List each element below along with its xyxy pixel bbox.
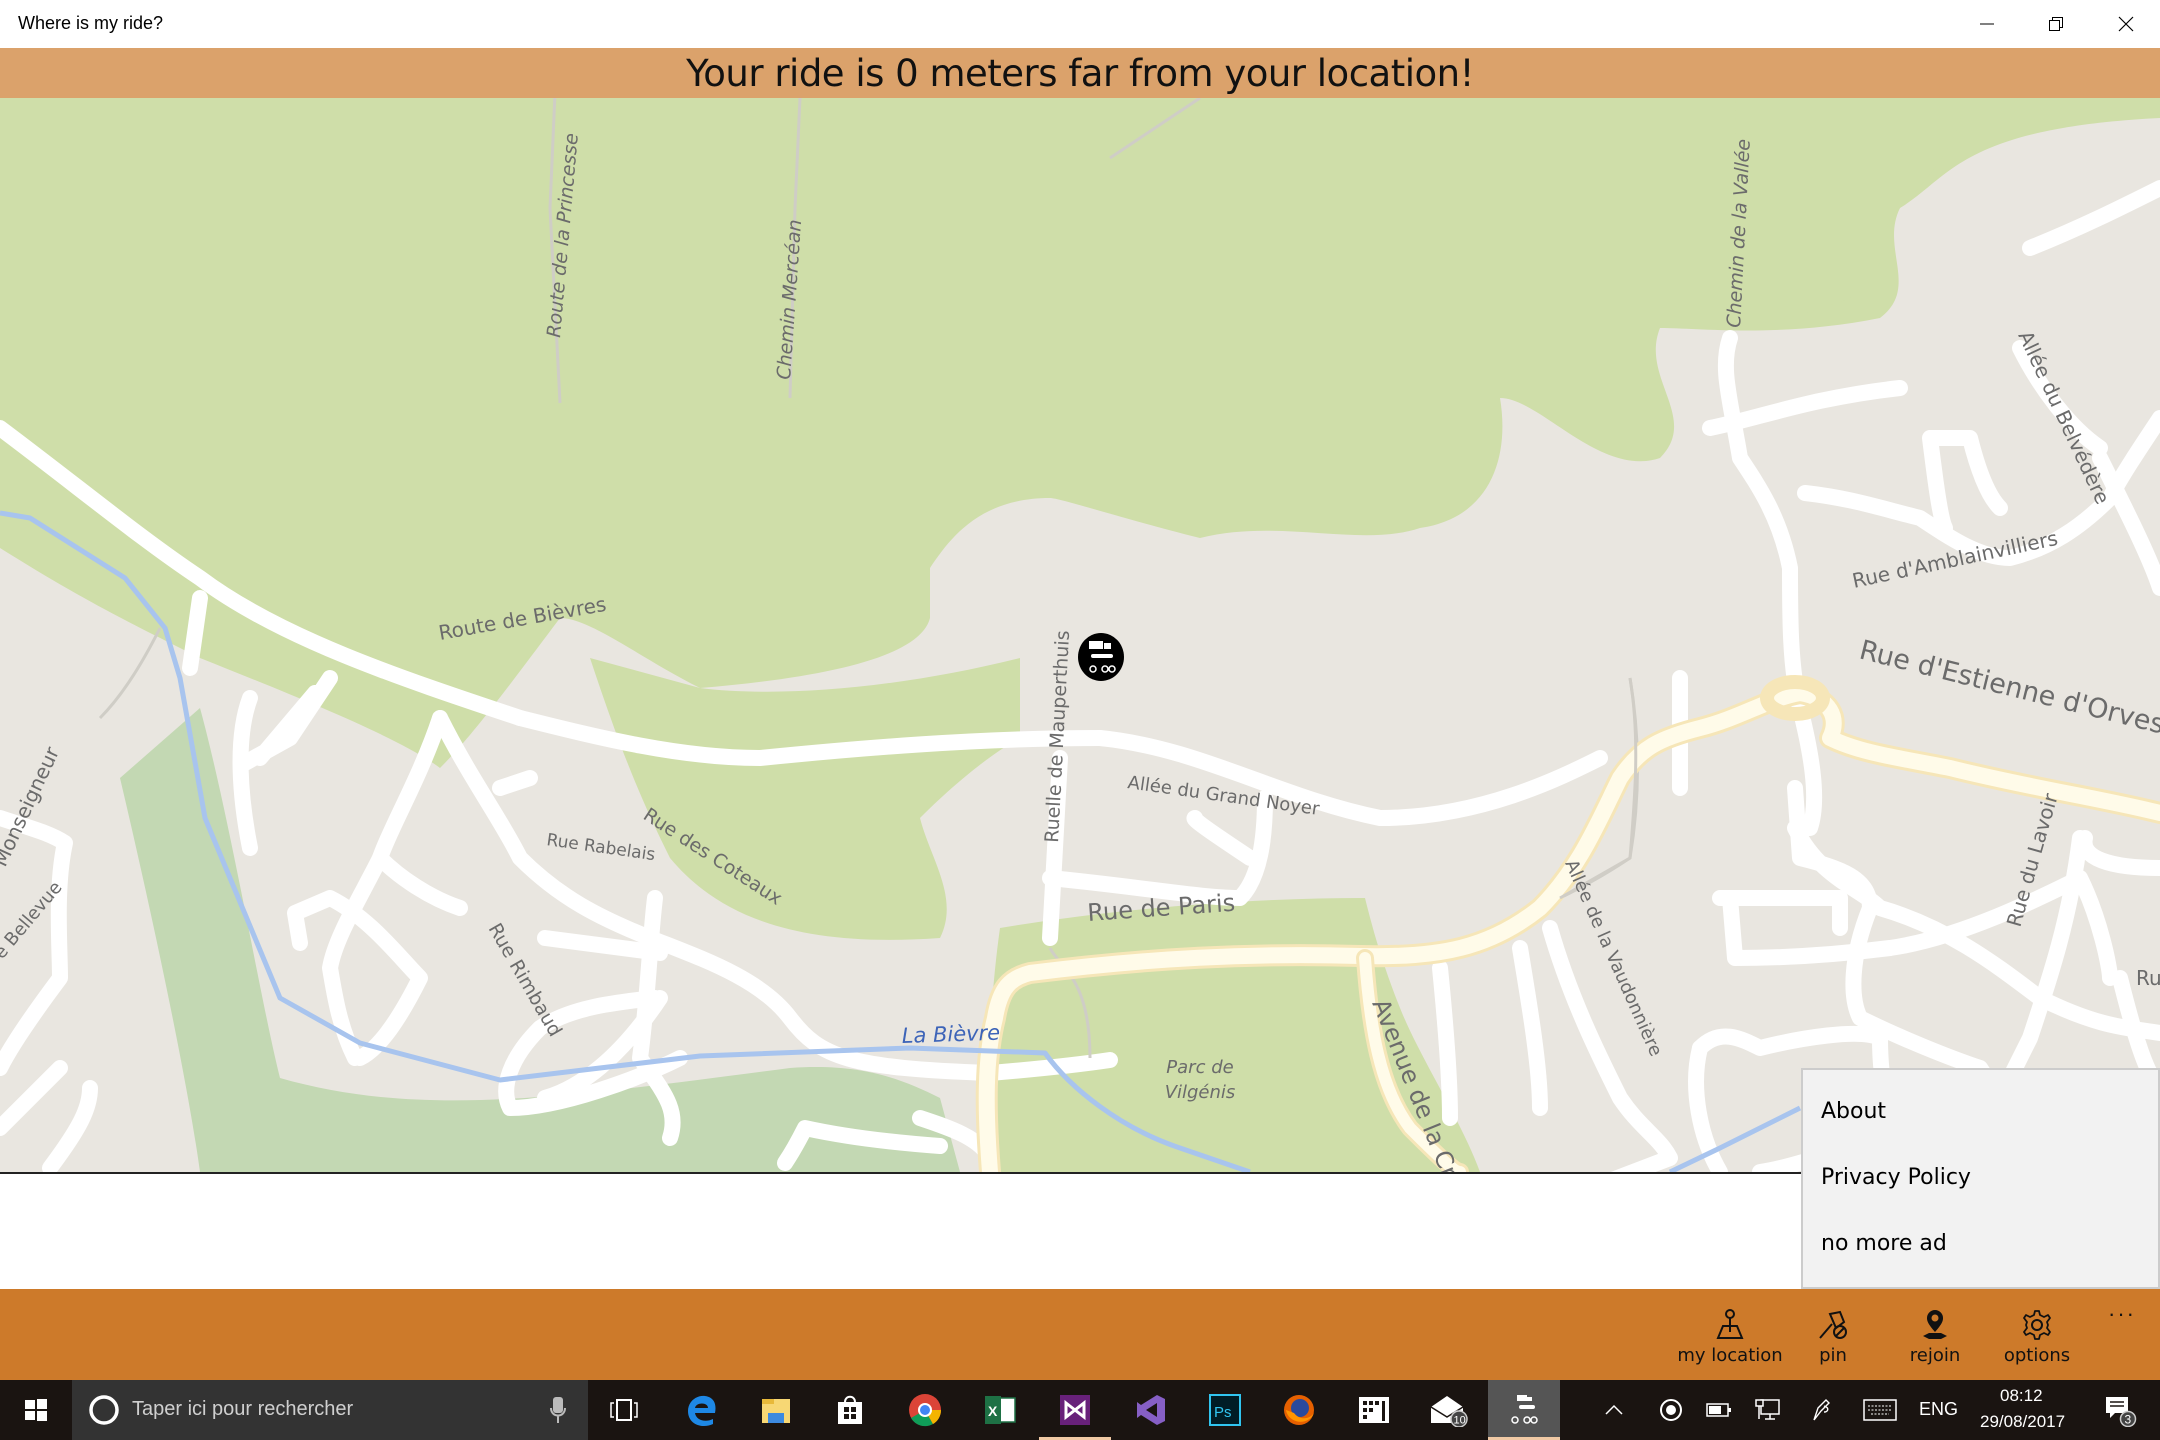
my-location-label: my location <box>1677 1345 1783 1366</box>
minimize-icon <box>1979 23 1994 25</box>
options-label: options <box>2003 1345 2071 1366</box>
mail-badge: 10 <box>1454 1415 1466 1427</box>
map-canvas[interactable]: Route de la Princesse Chemin Mercéan Che… <box>0 98 2160 1172</box>
search-box[interactable]: Taper ici pour rechercher <box>72 1380 588 1440</box>
label-parc-line2: Vilgénis <box>1165 1082 1236 1103</box>
mail-icon: 10 <box>1430 1396 1468 1427</box>
label-allee-grand-noyer: Allée du Grand Noyer <box>1126 772 1321 820</box>
photoshop-icon: Ps <box>1209 1394 1241 1426</box>
label-la-bievre: La Bièvre <box>901 1021 1000 1048</box>
show-hidden-icons-button[interactable] <box>1590 1380 1638 1440</box>
my-location-icon <box>1716 1309 1744 1339</box>
rejoin-button[interactable]: rejoin <box>1885 1289 1985 1380</box>
svg-text:Ps: Ps <box>1214 1404 1232 1421</box>
taskbar-app-chrome[interactable] <box>889 1380 961 1440</box>
task-view-button[interactable] <box>588 1380 660 1440</box>
taskbar-app-photoshop[interactable]: Ps <box>1189 1380 1261 1440</box>
options-button[interactable]: options <box>1987 1289 2087 1380</box>
taskbar-app-edge[interactable] <box>666 1380 738 1440</box>
action-center-button[interactable]: 3 <box>2090 1380 2150 1440</box>
label-ru-partial: Ru <box>2136 966 2160 990</box>
microphone-icon[interactable] <box>550 1396 566 1424</box>
restore-button[interactable] <box>2021 0 2090 48</box>
edge-icon <box>688 1395 716 1427</box>
language-indicator[interactable]: ENG <box>1919 1399 1958 1420</box>
where-is-my-ride-icon <box>1511 1395 1538 1424</box>
taskbar: Taper ici pour rechercher X Ps 10 ENG 08… <box>0 1380 2160 1440</box>
pin-button[interactable]: pin <box>1783 1289 1883 1380</box>
firefox-icon <box>1284 1395 1314 1425</box>
battery-icon <box>1706 1403 1731 1417</box>
keyboard-icon <box>1863 1399 1897 1421</box>
network-icon <box>1755 1399 1780 1420</box>
menu-item-about[interactable]: About <box>1803 1078 2158 1144</box>
more-icon: ··· <box>2108 1301 2136 1326</box>
window-title: Where is my ride? <box>18 13 164 33</box>
map-view[interactable]: Route de la Princesse Chemin Mercéan Che… <box>0 98 2160 1174</box>
clock-time[interactable]: 08:12 <box>2000 1386 2043 1406</box>
folder-icon <box>762 1399 790 1423</box>
menu-item-privacy-policy[interactable]: Privacy Policy <box>1803 1144 2158 1210</box>
label-monseigneur: Monseigneur <box>0 742 64 870</box>
windows-logo-icon <box>25 1399 47 1421</box>
store-icon <box>838 1395 862 1424</box>
label-allee-vaudonniere: Allée de la Vaudonnière <box>1560 856 1666 1059</box>
distance-banner: Your ride is 0 meters far from your loca… <box>0 48 2160 98</box>
taskbar-app-calculator[interactable] <box>1338 1380 1410 1440</box>
rejoin-icon <box>1923 1310 1947 1339</box>
minimize-button[interactable] <box>1952 0 2021 48</box>
svg-text:X: X <box>988 1403 998 1419</box>
notifications-icon: 3 <box>2106 1397 2137 1427</box>
touch-keyboard-button[interactable] <box>1854 1380 1906 1440</box>
taskbar-app-excel[interactable]: X <box>964 1380 1036 1440</box>
close-button[interactable] <box>2091 0 2160 48</box>
record-icon <box>1660 1399 1682 1421</box>
chrome-icon <box>909 1394 942 1427</box>
pin-label: pin <box>1819 1345 1847 1366</box>
taskbar-app-visual-studio[interactable] <box>1039 1380 1111 1440</box>
close-icon <box>2118 16 2133 32</box>
menu-item-no-more-ad[interactable]: no more ad <box>1803 1210 2158 1276</box>
my-location-button[interactable]: my location <box>1677 1289 1783 1380</box>
restore-icon <box>2048 17 2063 31</box>
label-allee-belvedere: Allée du Belvédère <box>2013 327 2114 508</box>
taskbar-app-mail[interactable]: 10 <box>1413 1380 1485 1440</box>
network-button[interactable] <box>1744 1380 1792 1440</box>
calculator-icon <box>1359 1397 1389 1423</box>
pen-icon <box>1813 1399 1830 1421</box>
taskbar-app-visual-studio-2[interactable] <box>1114 1380 1186 1440</box>
distance-message: Your ride is 0 meters far from your loca… <box>686 51 1474 95</box>
app-bar: my location pin rejoin options ··· <box>0 1289 2160 1380</box>
title-bar: Where is my ride? <box>0 0 2160 48</box>
cortana-icon <box>89 1395 119 1425</box>
label-rue-rabelais: Rue Rabelais <box>545 830 656 865</box>
taskbar-app-store[interactable] <box>814 1380 886 1440</box>
task-view-icon <box>610 1399 638 1421</box>
taskbar-app-where-is-my-ride[interactable] <box>1488 1380 1560 1440</box>
taskbar-app-file-explorer[interactable] <box>740 1380 812 1440</box>
tray-record-button[interactable] <box>1647 1380 1695 1440</box>
excel-icon: X <box>985 1396 1016 1424</box>
rejoin-label: rejoin <box>1909 1345 1961 1366</box>
visual-studio-icon <box>1060 1395 1090 1425</box>
label-parc-line1: Parc de <box>1166 1057 1233 1078</box>
taskbar-app-firefox[interactable] <box>1263 1380 1335 1440</box>
gear-icon <box>2023 1310 2051 1340</box>
label-rue-estienne: Rue d'Estienne d'Orves <box>1856 635 2160 741</box>
vehicle-marker-icon[interactable] <box>1078 633 1124 681</box>
visual-studio-icon <box>1137 1395 1165 1425</box>
search-placeholder: Taper ici pour rechercher <box>132 1398 354 1420</box>
more-button[interactable]: ··· <box>2097 1289 2147 1339</box>
unpin-icon <box>1819 1310 1847 1339</box>
start-button[interactable] <box>0 1380 72 1440</box>
overflow-menu: About Privacy Policy no more ad <box>1801 1068 2160 1289</box>
battery-button[interactable] <box>1695 1380 1743 1440</box>
notifications-badge: 3 <box>2125 1413 2132 1427</box>
pen-button[interactable] <box>1797 1380 1845 1440</box>
clock-date[interactable]: 29/08/2017 <box>1980 1412 2065 1432</box>
chevron-up-icon <box>1605 1404 1623 1415</box>
